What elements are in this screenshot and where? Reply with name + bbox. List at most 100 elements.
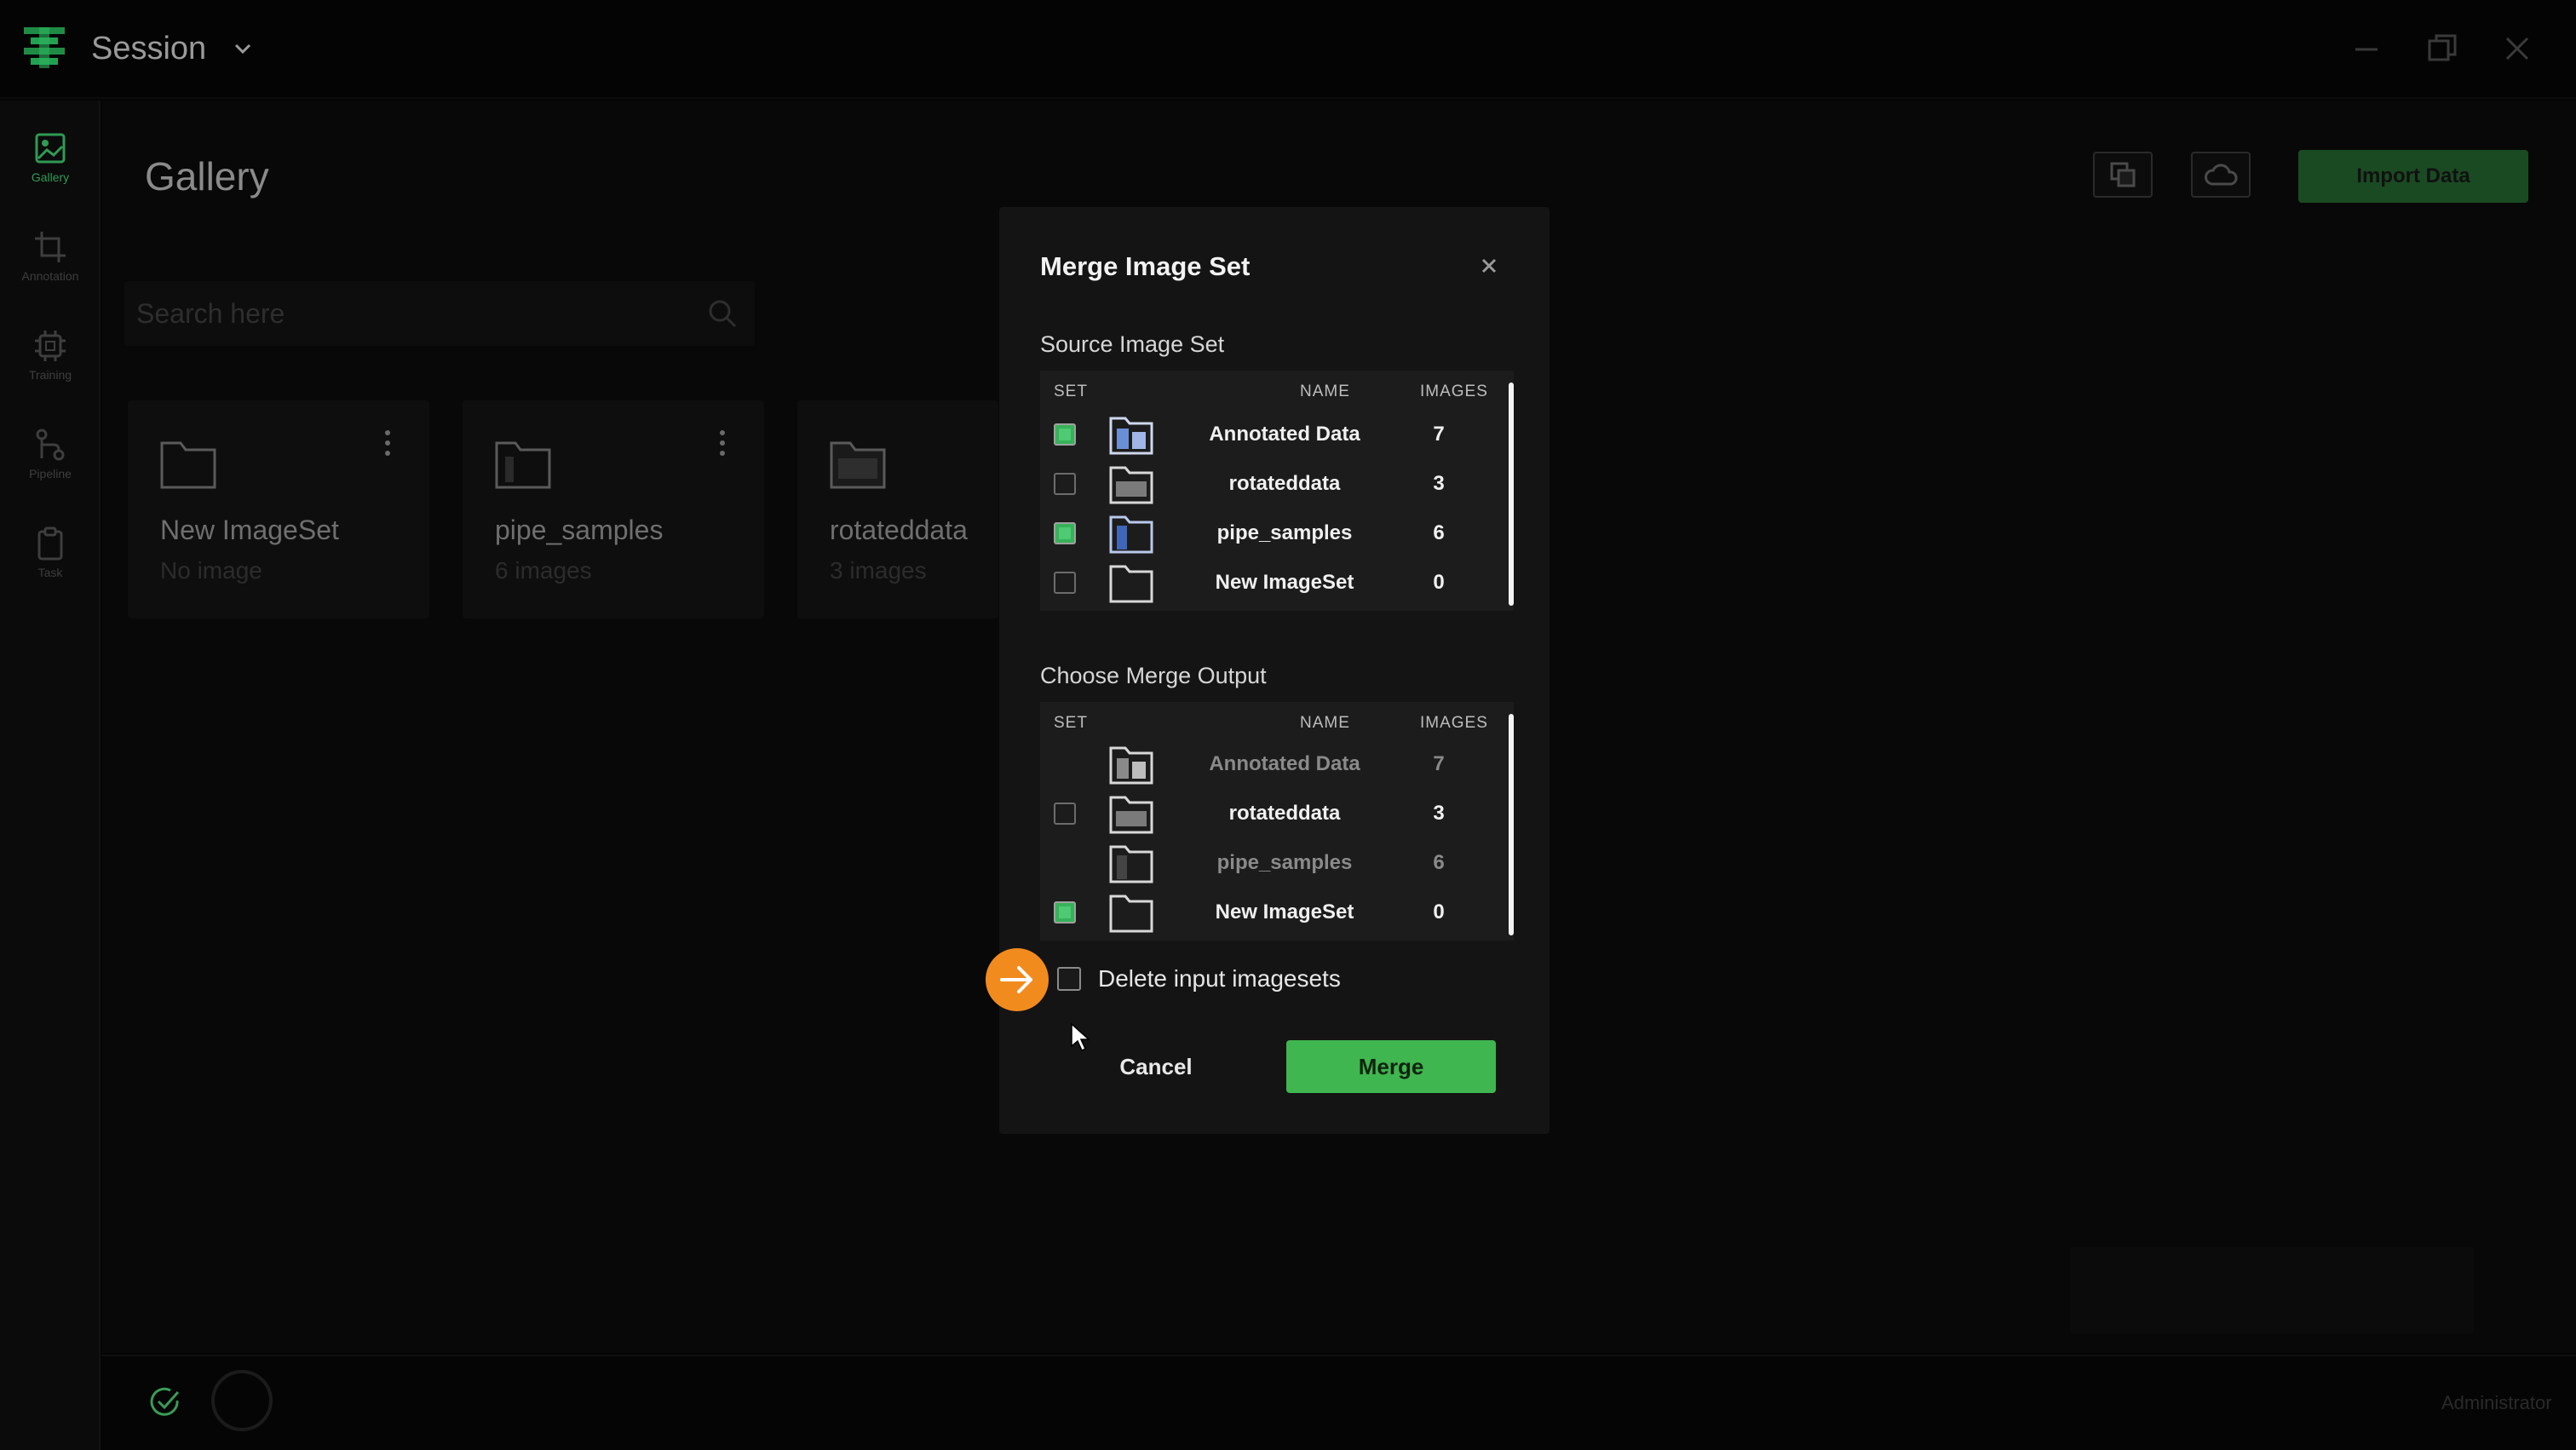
table-row: Annotated Data 7: [1040, 739, 1507, 789]
table-row[interactable]: New ImageSet 0: [1040, 888, 1507, 937]
close-icon[interactable]: [1479, 256, 1499, 276]
output-set-table: SET NAME IMAGES Annotated Data 7 rotated…: [1040, 702, 1514, 941]
import-data-button[interactable]: Import Data: [2298, 150, 2528, 203]
row-image-count: 0: [1433, 571, 1445, 594]
row-name: pipe_samples: [1216, 521, 1353, 544]
row-name: rotateddata: [1228, 472, 1341, 495]
row-image-count: 0: [1433, 900, 1445, 924]
sidebar-item-annotation[interactable]: Annotation: [0, 225, 101, 310]
folder-images-icon: [1109, 796, 1153, 834]
folder-icon: [1109, 565, 1153, 603]
source-checkbox-new-imageset[interactable]: [1054, 572, 1076, 594]
highlight-arrow-badge: [986, 948, 1049, 1011]
status-bar: [102, 1355, 2576, 1450]
output-section-label: Choose Merge Output: [1040, 663, 1267, 688]
card-image-count: 3 images: [830, 557, 927, 584]
delete-input-label[interactable]: Delete input imagesets: [1098, 965, 1341, 993]
row-image-count: 7: [1433, 423, 1445, 446]
folder-icon: [830, 441, 886, 489]
restore-window-icon[interactable]: [2423, 29, 2462, 68]
search-input[interactable]: Search here: [124, 281, 755, 346]
folder-images-icon: [1109, 466, 1153, 504]
folder-icon: [495, 441, 551, 489]
session-selector[interactable]: Session: [91, 31, 206, 67]
row-name: rotateddata: [1228, 802, 1341, 825]
delete-input-imagesets-option[interactable]: Delete input imagesets: [1057, 964, 1341, 993]
merge-button[interactable]: Merge: [1286, 1040, 1496, 1093]
cloud-button[interactable]: [2191, 152, 2251, 198]
source-checkbox-pipe-samples[interactable]: [1054, 522, 1076, 544]
table-row[interactable]: New ImageSet 0: [1040, 558, 1507, 607]
layers-button[interactable]: [2093, 152, 2153, 198]
sidebar-item-pipeline[interactable]: Pipeline: [0, 423, 101, 508]
folder-images-icon: [1109, 746, 1153, 785]
sidebar-item-training[interactable]: Training: [0, 324, 101, 409]
row-name: pipe_samples: [1216, 851, 1353, 874]
sidebar-item-label: Annotation: [21, 269, 79, 283]
dialog-title: Merge Image Set: [1040, 251, 1251, 281]
stack-logo-icon: [24, 27, 65, 68]
page-title: Gallery: [145, 154, 269, 199]
crop-icon: [35, 232, 66, 262]
pipeline-icon: [36, 429, 65, 461]
row-image-count: 3: [1433, 802, 1445, 825]
row-name: New ImageSet: [1215, 900, 1354, 924]
sidebar: Gallery Annotation Training Pipeline Tas…: [0, 101, 101, 1450]
row-name: New ImageSet: [1215, 571, 1354, 594]
merge-image-set-dialog: Merge Image Set Source Image Set SET NAM…: [999, 207, 1550, 1134]
arrow-right-icon: [1000, 966, 1032, 993]
close-window-icon[interactable]: [2498, 29, 2537, 68]
folder-images-icon: [1109, 417, 1153, 455]
source-checkbox-annotated-data[interactable]: [1054, 423, 1076, 446]
row-image-count: 3: [1433, 472, 1445, 495]
kebab-menu-icon[interactable]: [383, 429, 392, 457]
sidebar-item-label: Training: [28, 368, 72, 382]
scrollbar[interactable]: [1509, 714, 1514, 935]
imageset-card-new-imageset[interactable]: New ImageSet No image: [128, 400, 429, 619]
card-image-count: No image: [160, 557, 262, 584]
notification-area: [2070, 1247, 2474, 1334]
card-image-count: 6 images: [495, 557, 592, 584]
search-placeholder: Search here: [136, 298, 285, 329]
column-header-name: NAME: [1300, 714, 1350, 732]
imageset-card-pipe-samples[interactable]: pipe_samples 6 images: [463, 400, 764, 619]
image-icon: [35, 133, 66, 164]
output-checkbox-rotateddata[interactable]: [1054, 803, 1076, 825]
scrollbar[interactable]: [1509, 383, 1514, 606]
source-set-table: SET NAME IMAGES Annotated Data 7 rotated…: [1040, 371, 1514, 611]
card-title: New ImageSet: [160, 515, 339, 545]
card-title: pipe_samples: [495, 515, 664, 545]
output-checkbox-new-imageset[interactable]: [1054, 901, 1076, 924]
card-title: rotateddata: [830, 515, 968, 545]
row-name: Annotated Data: [1209, 752, 1360, 775]
chip-icon: [35, 331, 66, 361]
progress-ring: [211, 1370, 273, 1431]
cloud-icon: [2205, 164, 2238, 186]
sidebar-item-gallery[interactable]: Gallery: [0, 126, 101, 211]
column-header-name: NAME: [1300, 383, 1350, 400]
row-image-count: 7: [1433, 752, 1445, 775]
column-header-set: SET: [1054, 714, 1088, 732]
table-row[interactable]: rotateddata 3: [1040, 459, 1507, 509]
cancel-button[interactable]: Cancel: [1099, 1041, 1213, 1092]
sidebar-item-task[interactable]: Task: [0, 521, 101, 607]
kebab-menu-icon[interactable]: [718, 429, 727, 457]
search-icon: [709, 300, 737, 328]
table-row[interactable]: Annotated Data 7: [1040, 410, 1507, 459]
column-header-set: SET: [1054, 383, 1088, 400]
table-row: pipe_samples 6: [1040, 838, 1507, 888]
clipboard-icon: [37, 526, 63, 561]
delete-input-checkbox[interactable]: [1057, 967, 1081, 991]
folder-images-icon: [1109, 515, 1153, 554]
source-section-label: Source Image Set: [1040, 331, 1225, 357]
chevron-down-icon[interactable]: [232, 37, 254, 60]
folder-icon: [160, 441, 216, 489]
table-row[interactable]: rotateddata 3: [1040, 789, 1507, 838]
source-checkbox-rotateddata[interactable]: [1054, 473, 1076, 495]
table-row[interactable]: pipe_samples 6: [1040, 509, 1507, 558]
imageset-card-rotateddata[interactable]: rotateddata 3 images: [797, 400, 998, 619]
column-header-images: IMAGES: [1420, 714, 1488, 732]
minimize-icon[interactable]: [2347, 29, 2386, 68]
sidebar-item-label: Gallery: [31, 170, 70, 184]
user-label: Administrator: [2441, 1392, 2552, 1413]
